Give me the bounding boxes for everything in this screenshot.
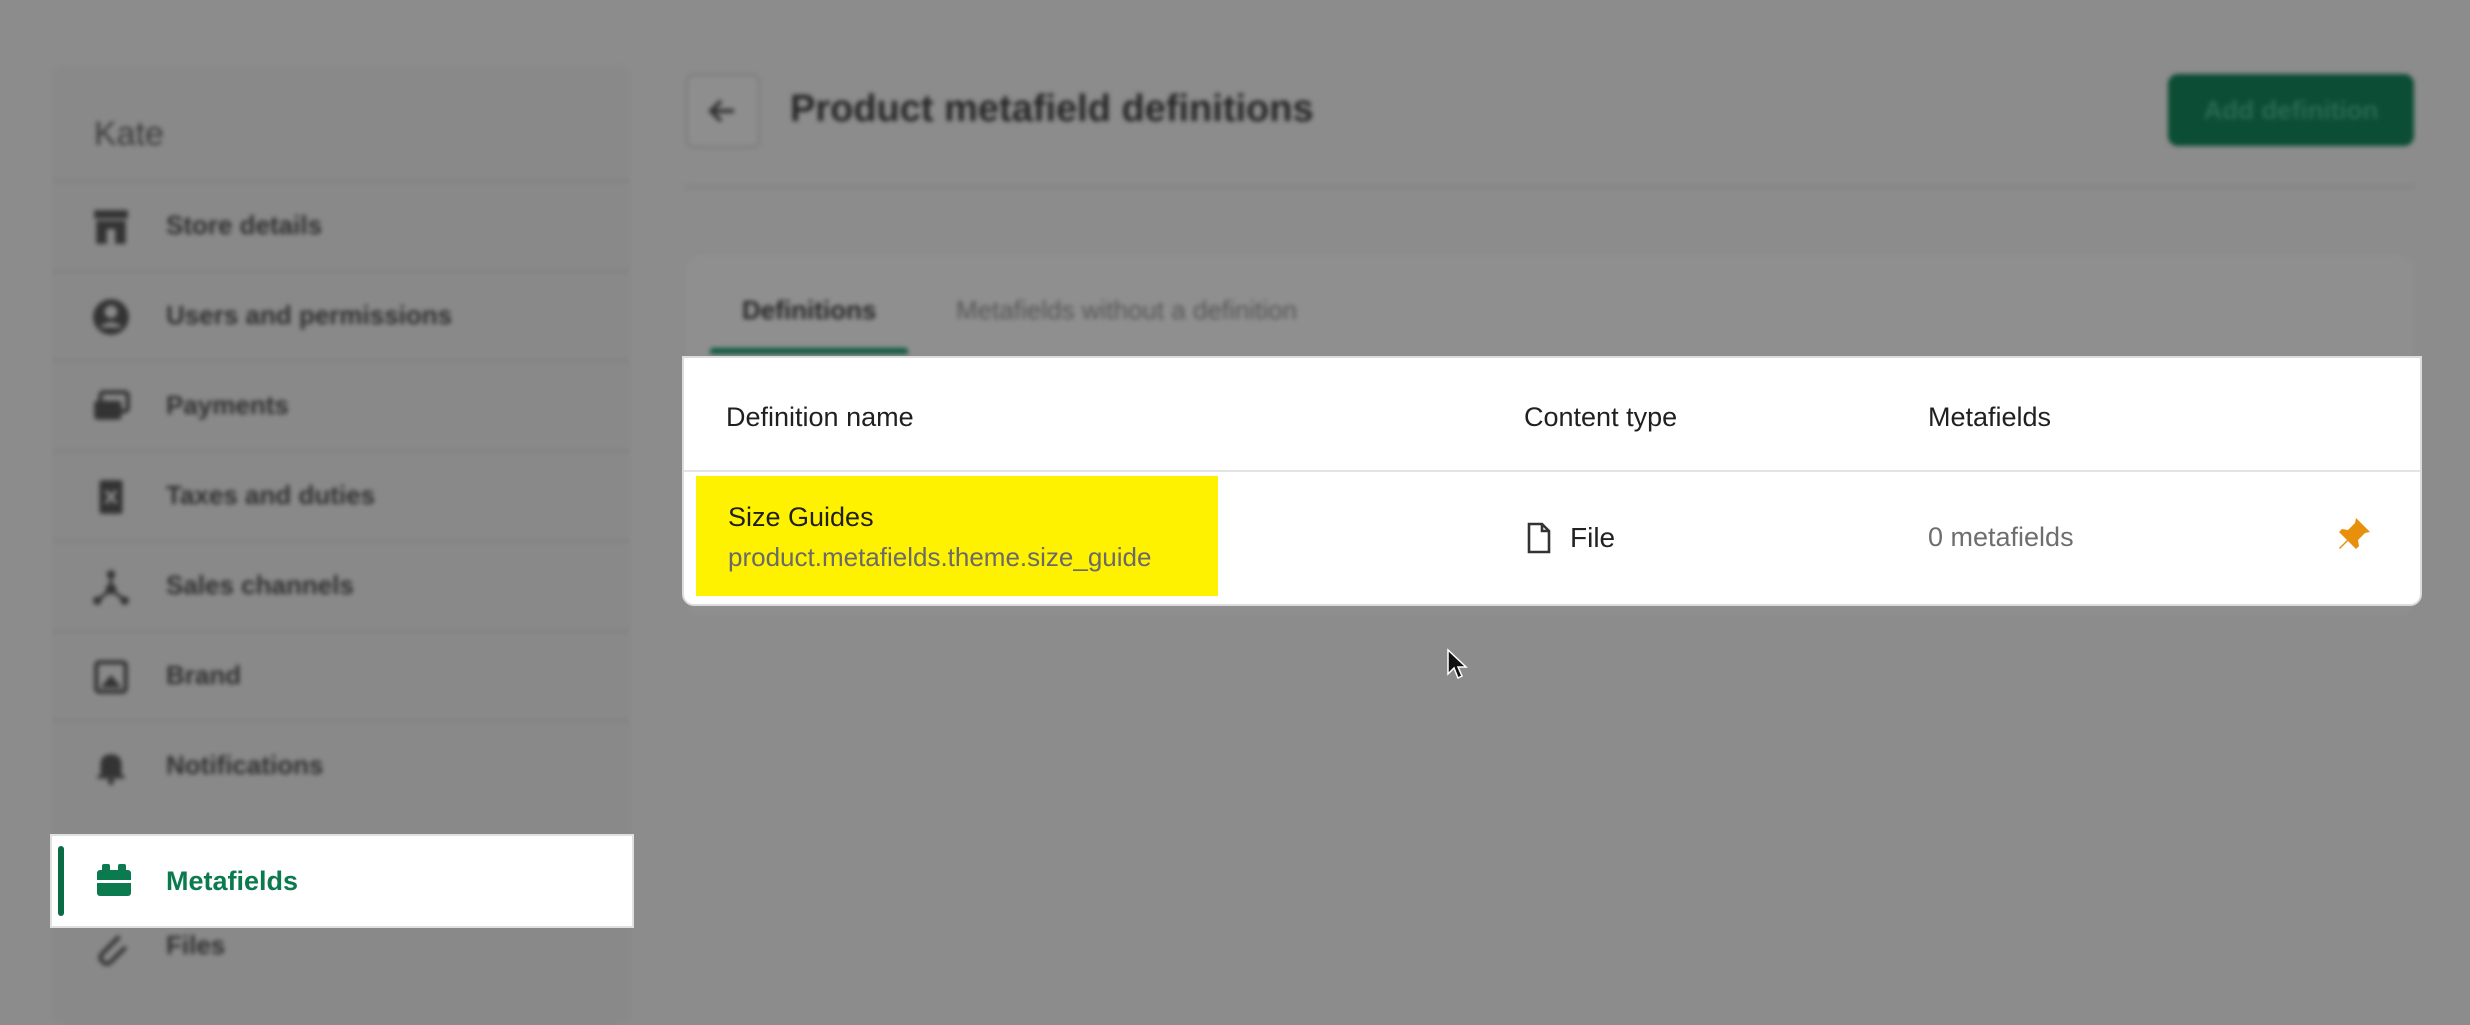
brand-icon [94,660,128,694]
sidebar-item-label: Files [166,930,226,960]
channels-icon [93,570,129,605]
bell-icon [97,754,125,785]
sidebar-item-metafields[interactable]: Metafields [50,834,634,928]
sidebar-item-label: Sales channels [166,570,354,600]
tab-selected-indicator [710,348,908,354]
sidebar-item-brand[interactable]: Brand [52,630,630,722]
sidebar-item-taxes-and-duties[interactable]: Taxes and duties [52,450,630,542]
sidebar-item-payments[interactable]: Payments [52,360,630,452]
page-title: Product metafield definitions [790,88,1314,130]
mouse-cursor-icon [1447,648,1468,680]
payments-icon [94,390,130,420]
highlight-marker [696,476,1218,596]
store-icon [94,210,128,244]
taxes-icon [99,480,123,514]
pin-icon[interactable] [2334,514,2374,554]
sidebar-item-sales-channels[interactable]: Sales channels [52,540,630,632]
arrow-left-icon [708,99,734,123]
sidebar-item-notifications[interactable]: Notifications [52,720,630,812]
row-divider [684,470,2420,472]
sidebar-item-label: Notifications [166,750,324,780]
sidebar-item-users-and-permissions[interactable]: Users and permissions [52,270,630,362]
definition-key: product.metafields.theme.size_guide [728,542,1152,572]
paperclip-icon [98,935,128,966]
column-header-metafields: Metafields [1928,402,2052,432]
active-indicator [58,846,64,916]
sidebar-item-label: Metafields [166,866,299,896]
sidebar-item-label: Taxes and duties [166,480,376,510]
definition-name[interactable]: Size Guides [728,502,874,533]
sidebar-item-label: Users and permissions [166,300,453,330]
sidebar-item-store-details[interactable]: Store details [52,180,630,272]
back-button[interactable] [686,74,760,148]
metafield-count: 0 metafields [1928,522,2074,552]
user-icon [93,299,129,335]
sidebar-item-label: Brand [166,660,242,690]
tab-definitions[interactable]: Definitions [742,295,876,326]
sidebar-item-label: Store details [166,210,323,240]
header-divider [686,186,2414,188]
sidebar-item-label: Payments [166,390,289,420]
metafields-icon [97,864,131,896]
content-type: File [1570,522,1616,553]
store-name: Kate [94,115,164,153]
definitions-table: Definition name Content type Metafields … [682,356,2422,606]
column-header-definition-name: Definition name [726,402,914,432]
tab-metafields-without-definition[interactable]: Metafields without a definition [956,295,1297,326]
file-icon [1527,522,1551,554]
add-definition-button[interactable]: Add definition [2168,74,2414,146]
column-header-content-type: Content type [1524,402,1678,432]
